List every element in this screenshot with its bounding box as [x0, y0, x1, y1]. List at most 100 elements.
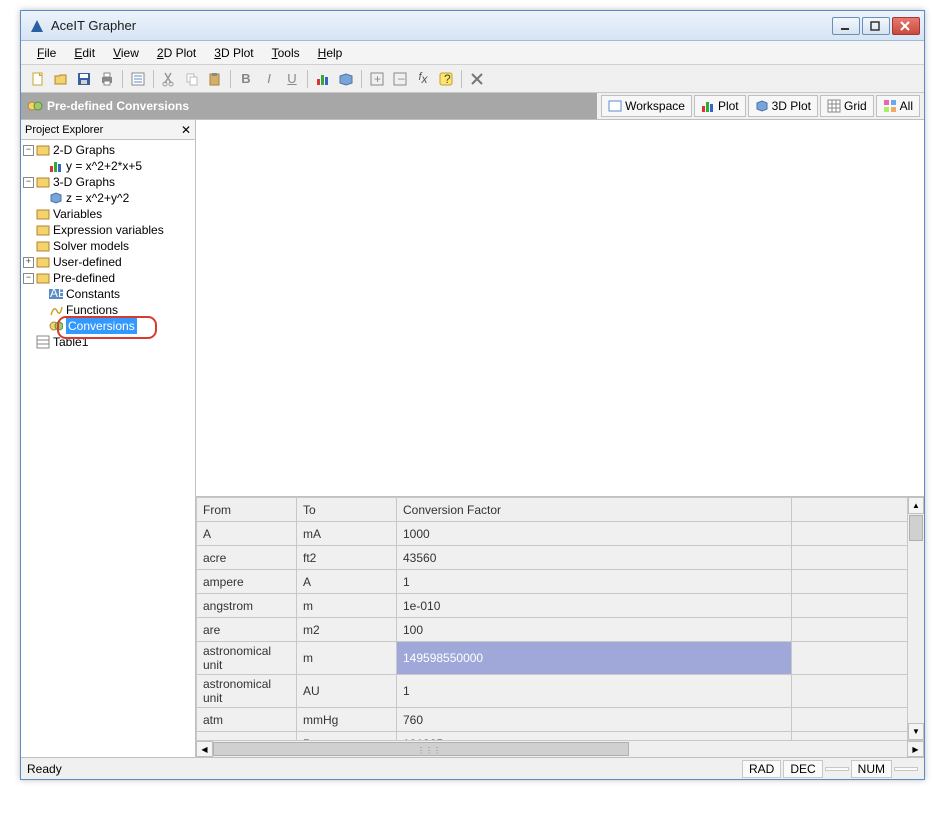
tree-constants[interactable]: ABCConstants — [21, 286, 195, 302]
table-row[interactable]: atmmmHg760 — [197, 708, 924, 732]
print-button[interactable] — [96, 68, 118, 90]
tree-functions[interactable]: Functions — [21, 302, 195, 318]
cell-to[interactable]: m — [297, 642, 397, 675]
table-row[interactable]: acreft243560 — [197, 546, 924, 570]
cell-factor[interactable]: 1e-010 — [397, 594, 792, 618]
tree-user-defined[interactable]: +User-defined — [21, 254, 195, 270]
cell-blank[interactable] — [792, 594, 924, 618]
cell-to[interactable]: A — [297, 570, 397, 594]
tree-variables[interactable]: Variables — [21, 206, 195, 222]
cell-from[interactable]: ampere — [197, 570, 297, 594]
canvas-area[interactable] — [196, 120, 924, 497]
cell-factor[interactable]: 101325 — [397, 732, 792, 741]
paste-button[interactable] — [204, 68, 226, 90]
close-button[interactable] — [892, 17, 920, 35]
tab-workspace[interactable]: Workspace — [601, 95, 692, 117]
cell-blank[interactable] — [792, 522, 924, 546]
cell-blank[interactable] — [792, 618, 924, 642]
tab-all[interactable]: All — [876, 95, 920, 117]
cell-from[interactable]: acre — [197, 546, 297, 570]
tree-3d-graphs[interactable]: −3-D Graphs — [21, 174, 195, 190]
cell-factor[interactable]: 1000 — [397, 522, 792, 546]
cell-to[interactable]: mA — [297, 522, 397, 546]
maximize-button[interactable] — [862, 17, 890, 35]
cell-factor[interactable]: 1 — [397, 675, 792, 708]
fx-button[interactable]: fx — [412, 68, 434, 90]
cell-to[interactable]: m — [297, 594, 397, 618]
col-from[interactable]: From — [197, 498, 297, 522]
cell-from[interactable]: A — [197, 522, 297, 546]
menu-file[interactable]: File — [29, 44, 64, 62]
menu-view[interactable]: View — [105, 44, 147, 62]
table-hscroll[interactable]: ◀ ⋮⋮⋮ ▶ — [196, 740, 924, 757]
cell-from[interactable]: atm — [197, 708, 297, 732]
new-button[interactable] — [27, 68, 49, 90]
zoom-in-button[interactable]: + — [366, 68, 388, 90]
table-row[interactable]: astronomical unitAU1 — [197, 675, 924, 708]
scroll-up-button[interactable]: ▲ — [908, 497, 924, 514]
cell-to[interactable]: Pa — [297, 732, 397, 741]
properties-button[interactable] — [127, 68, 149, 90]
cell-to[interactable]: mmHg — [297, 708, 397, 732]
chart-button[interactable] — [312, 68, 334, 90]
table-row[interactable]: ampereA1 — [197, 570, 924, 594]
zoom-out-button[interactable]: – — [389, 68, 411, 90]
tab-3dplot[interactable]: 3D Plot — [748, 95, 818, 117]
tree-conversions[interactable]: Conversions — [21, 318, 195, 334]
table-row[interactable]: arem2100 — [197, 618, 924, 642]
cell-from[interactable]: astronomical unit — [197, 642, 297, 675]
delete-button[interactable] — [466, 68, 488, 90]
cell-factor[interactable]: 100 — [397, 618, 792, 642]
tree-2d-graphs[interactable]: −2-D Graphs — [21, 142, 195, 158]
3dchart-button[interactable] — [335, 68, 357, 90]
col-to[interactable]: To — [297, 498, 397, 522]
tree-eq-2d[interactable]: y = x^2+2*x+5 — [21, 158, 195, 174]
cell-factor[interactable]: 149598550000 — [397, 642, 792, 675]
hscroll-thumb[interactable]: ⋮⋮⋮ — [213, 742, 629, 756]
menu-edit[interactable]: Edit — [66, 44, 103, 62]
tree-expr-variables[interactable]: Expression variables — [21, 222, 195, 238]
cell-factor[interactable]: 43560 — [397, 546, 792, 570]
menu-3dplot[interactable]: 3D Plot — [206, 44, 261, 62]
cell-blank[interactable] — [792, 675, 924, 708]
menu-2dplot[interactable]: 2D Plot — [149, 44, 204, 62]
cell-to[interactable]: AU — [297, 675, 397, 708]
col-factor[interactable]: Conversion Factor — [397, 498, 792, 522]
scroll-down-button[interactable]: ▼ — [908, 723, 924, 740]
tree-pre-defined[interactable]: −Pre-defined — [21, 270, 195, 286]
minimize-button[interactable] — [832, 17, 860, 35]
copy-button[interactable] — [181, 68, 203, 90]
cell-blank[interactable] — [792, 732, 924, 741]
cell-from[interactable]: astronomical unit — [197, 675, 297, 708]
tree-eq-3d[interactable]: z = x^2+y^2 — [21, 190, 195, 206]
table-row[interactable]: astronomical unitm149598550000 — [197, 642, 924, 675]
open-button[interactable] — [50, 68, 72, 90]
save-button[interactable] — [73, 68, 95, 90]
cut-button[interactable] — [158, 68, 180, 90]
cell-from[interactable]: angstrom — [197, 594, 297, 618]
help-button[interactable]: ? — [435, 68, 457, 90]
scroll-left-button[interactable]: ◀ — [196, 741, 213, 757]
underline-button[interactable]: U — [281, 68, 303, 90]
cell-blank[interactable] — [792, 546, 924, 570]
cell-to[interactable]: ft2 — [297, 546, 397, 570]
bold-button[interactable]: B — [235, 68, 257, 90]
cell-from[interactable]: are — [197, 618, 297, 642]
cell-from[interactable]: atm — [197, 732, 297, 741]
menu-tools[interactable]: Tools — [264, 44, 308, 62]
tab-plot[interactable]: Plot — [694, 95, 746, 117]
italic-button[interactable]: I — [258, 68, 280, 90]
cell-factor[interactable]: 760 — [397, 708, 792, 732]
menu-help[interactable]: Help — [310, 44, 351, 62]
cell-blank[interactable] — [792, 708, 924, 732]
cell-blank[interactable] — [792, 570, 924, 594]
tab-grid[interactable]: Grid — [820, 95, 874, 117]
tree-table1[interactable]: Table1 — [21, 334, 195, 350]
explorer-close-button[interactable]: ✕ — [181, 123, 191, 137]
scroll-right-button[interactable]: ▶ — [907, 741, 924, 757]
conversions-table[interactable]: From To Conversion Factor AmA1000acreft2… — [196, 497, 924, 740]
col-blank[interactable] — [792, 498, 924, 522]
tree-solver-models[interactable]: Solver models — [21, 238, 195, 254]
cell-blank[interactable] — [792, 642, 924, 675]
vscroll-thumb[interactable] — [909, 515, 923, 541]
